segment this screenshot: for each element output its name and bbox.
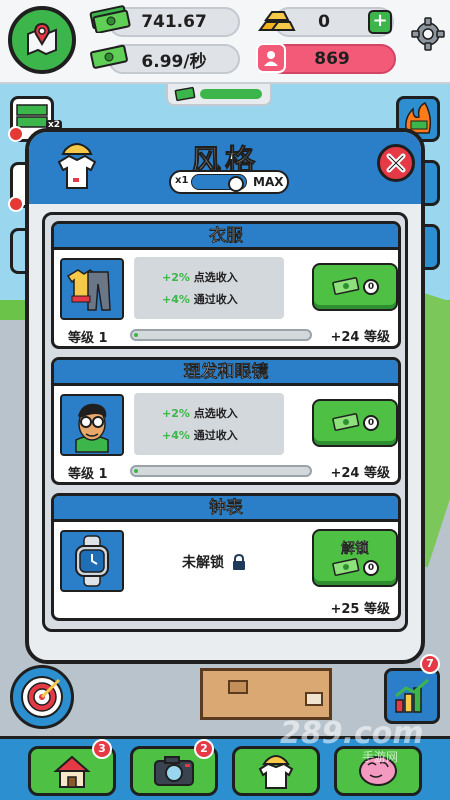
watermark-logo: 289.com bbox=[280, 716, 424, 751]
stat-pass-income: +4% 通过收入 bbox=[162, 291, 238, 307]
level-progress-bar bbox=[130, 465, 312, 477]
next-level-label: +25 等级 bbox=[330, 602, 390, 617]
clothes-image bbox=[60, 258, 124, 320]
next-level-label: +24 等级 bbox=[330, 466, 390, 481]
upgrade-card-clothes: 衣服 +2% 点选收入 +4% 通过收入 0 等级 1 +24 等级 bbox=[51, 221, 401, 349]
buy-quantity-toggle[interactable]: x1 MAX bbox=[169, 170, 289, 194]
price-value: 0 bbox=[363, 415, 379, 431]
locked-status: 未解锁 bbox=[182, 552, 246, 572]
person-icon bbox=[256, 43, 286, 73]
haircut-glasses-image bbox=[60, 394, 124, 456]
cash-icon bbox=[332, 277, 360, 295]
unlock-price: 0 bbox=[331, 558, 379, 578]
map-pin-icon bbox=[27, 22, 57, 56]
stat-pct: +4% bbox=[162, 293, 190, 306]
boost-progress-fill bbox=[200, 89, 262, 99]
house-icon bbox=[53, 755, 91, 788]
price-value: 0 bbox=[363, 560, 379, 576]
toggle-min-label: x1 bbox=[175, 175, 189, 186]
stat-pass-income: +4% 通过收入 bbox=[162, 427, 238, 443]
level-label: 等级 1 bbox=[68, 331, 108, 346]
target-icon bbox=[21, 676, 63, 718]
unlock-button[interactable]: 解锁 0 bbox=[312, 529, 398, 587]
video-icon bbox=[8, 126, 24, 142]
locked-text: 未解锁 bbox=[182, 555, 224, 571]
close-icon bbox=[386, 153, 406, 173]
watch-image bbox=[60, 530, 124, 592]
unlock-label: 解锁 bbox=[341, 541, 369, 557]
stats-badge: 7 bbox=[420, 654, 440, 674]
add-gold-button[interactable]: + bbox=[368, 10, 392, 34]
buy-button[interactable]: 0 bbox=[312, 263, 398, 311]
video-icon bbox=[8, 196, 24, 212]
gear-icon bbox=[411, 17, 445, 51]
gold-bars-icon bbox=[258, 11, 296, 31]
toggle-max-label: MAX bbox=[253, 175, 284, 189]
toggle-knob[interactable] bbox=[228, 176, 244, 192]
buy-price: 0 bbox=[331, 413, 379, 433]
top-bar: 741.67 6.99/秒 0 + 869 bbox=[0, 0, 450, 84]
cash-icon bbox=[332, 413, 360, 431]
next-level-label: +24 等级 bbox=[330, 330, 390, 345]
upgrade-card-watches: 钟表 未解锁 解锁 0 +25 等级 bbox=[51, 493, 401, 621]
stat-click-income: +2% 点选收入 bbox=[162, 405, 238, 421]
shirt-cap-icon bbox=[258, 755, 294, 789]
box-tape bbox=[228, 680, 248, 694]
stat-pct: +4% bbox=[162, 429, 190, 442]
modal-body: 衣服 +2% 点选收入 +4% 通过收入 0 等级 1 +24 等级 理发和眼镜… bbox=[42, 212, 408, 632]
camera-badge: 2 bbox=[194, 739, 214, 759]
stats-box: +2% 点选收入 +4% 通过收入 bbox=[134, 393, 284, 455]
stat-pct: +2% bbox=[162, 271, 190, 284]
upgrade-card-haircut-glasses: 理发和眼镜 +2% 点选收入 +4% 通过收入 0 等级 1 +24 等级 bbox=[51, 357, 401, 485]
card-title: 理发和眼镜 bbox=[54, 360, 398, 386]
buy-button[interactable]: 0 bbox=[312, 399, 398, 447]
bar-chart-icon bbox=[395, 678, 429, 713]
tab-style[interactable] bbox=[232, 746, 320, 796]
level-progress-fill bbox=[134, 333, 138, 337]
modal-header: 风格 x1 MAX bbox=[29, 132, 421, 204]
cash-icon bbox=[89, 5, 131, 33]
price-value: 0 bbox=[363, 279, 379, 295]
style-modal: 风格 x1 MAX 衣服 +2% 点选收入 +4% 通过收入 0 等级 1 +2… bbox=[25, 128, 425, 664]
level-progress-fill bbox=[134, 469, 138, 473]
home-badge: 3 bbox=[92, 739, 112, 759]
map-button[interactable] bbox=[8, 6, 76, 74]
stat-pct: +2% bbox=[162, 407, 190, 420]
cash-icon bbox=[90, 44, 128, 69]
stat-click-income: +2% 点选收入 bbox=[162, 269, 238, 285]
stats-box: +2% 点选收入 +4% 通过收入 bbox=[134, 257, 284, 319]
lock-icon bbox=[233, 554, 245, 570]
card-title: 钟表 bbox=[54, 496, 398, 522]
level-label: 等级 1 bbox=[68, 467, 108, 482]
stat-text: 通过收入 bbox=[193, 429, 238, 442]
target-button[interactable] bbox=[10, 665, 74, 729]
watermark-subtitle: 手游网 bbox=[362, 750, 399, 764]
stat-text: 通过收入 bbox=[193, 293, 238, 306]
population-counter: 869 bbox=[268, 44, 396, 74]
level-progress-bar bbox=[130, 329, 312, 341]
close-button[interactable] bbox=[377, 144, 415, 182]
buy-price: 0 bbox=[331, 277, 379, 297]
card-title: 衣服 bbox=[54, 224, 398, 250]
boost-progress-bar bbox=[166, 84, 272, 106]
cash-icon bbox=[174, 86, 196, 102]
cash-icon bbox=[332, 558, 360, 576]
stat-text: 点选收入 bbox=[193, 271, 238, 284]
stat-text: 点选收入 bbox=[193, 407, 238, 420]
settings-button[interactable] bbox=[410, 16, 446, 52]
toggle-track[interactable] bbox=[191, 174, 247, 192]
box-label bbox=[305, 692, 323, 706]
camera-icon bbox=[154, 756, 194, 786]
